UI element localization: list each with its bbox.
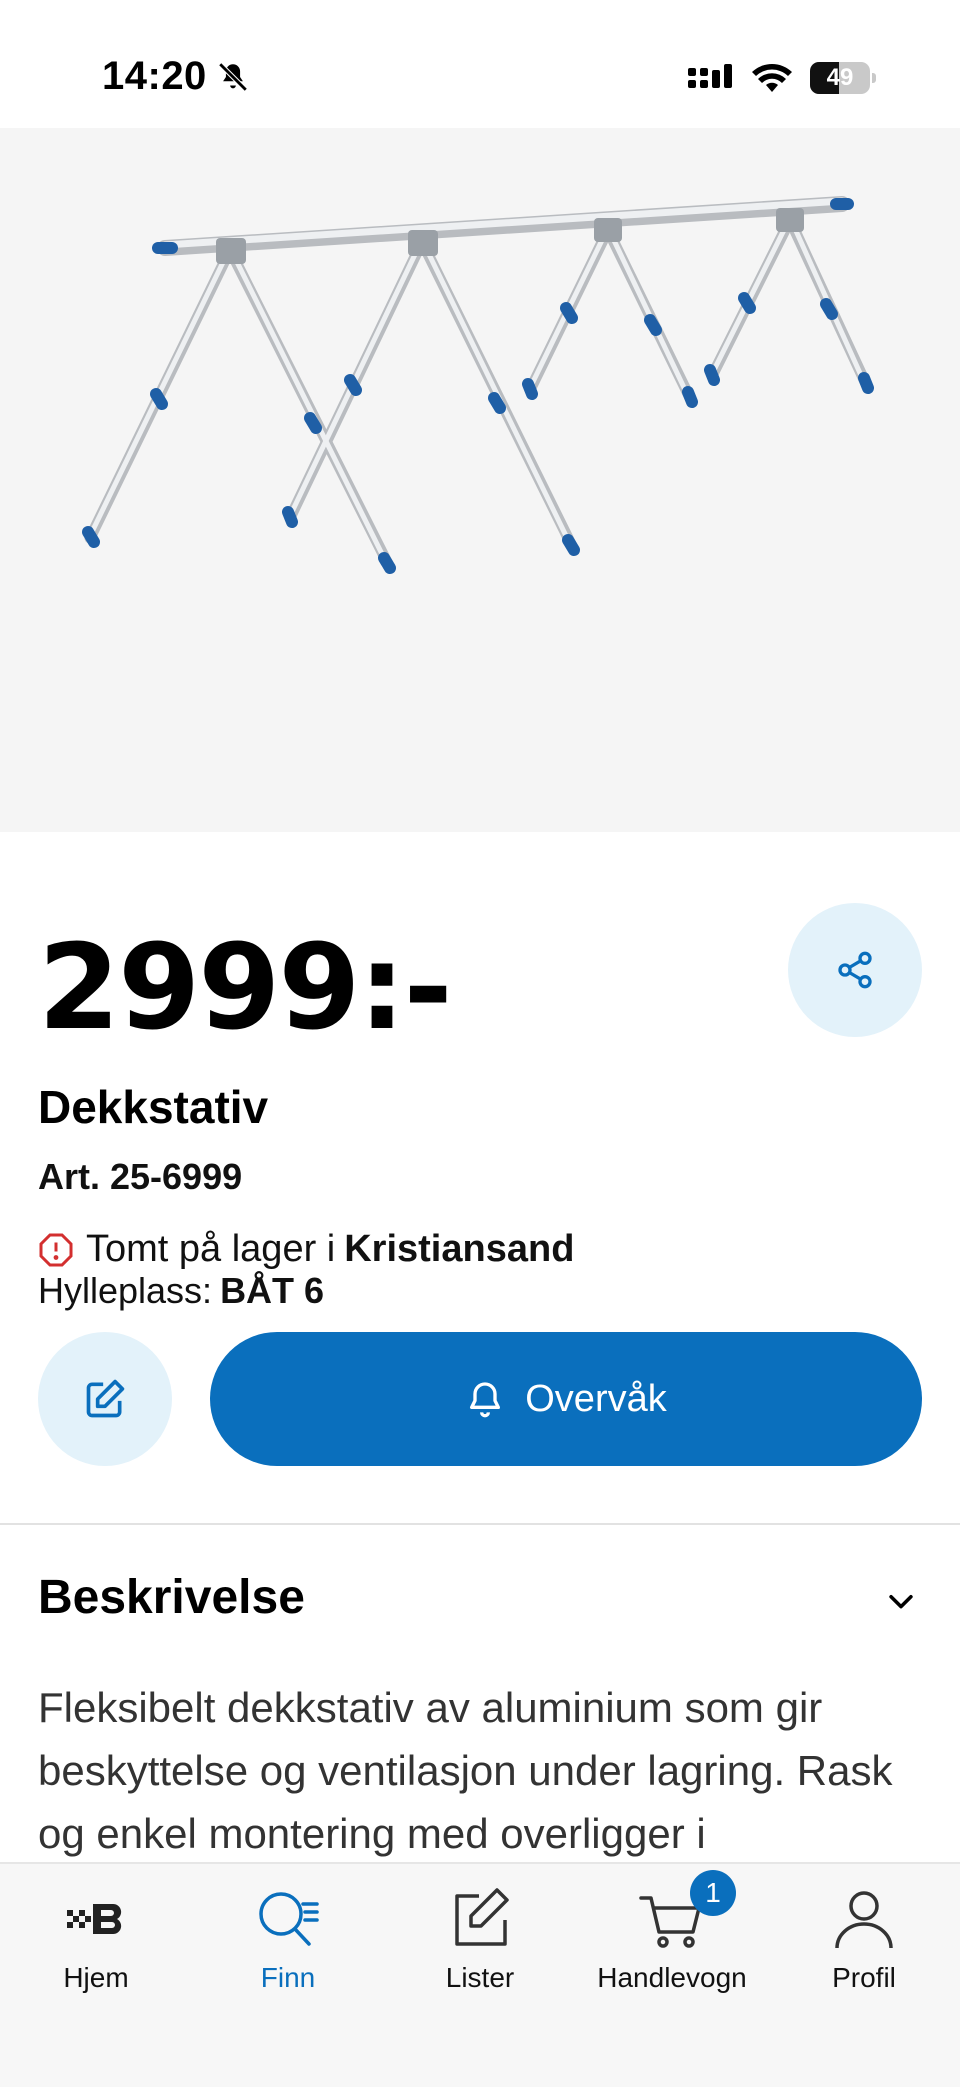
stock-status-text: Tomt på lager i <box>86 1228 336 1270</box>
biltema-logo-icon <box>67 1903 122 1935</box>
shelf-label: Hylleplass: <box>38 1270 213 1311</box>
nav-item-search[interactable]: Finn <box>192 1864 384 2014</box>
wifi-icon <box>752 64 792 92</box>
divider <box>0 1523 960 1525</box>
nav-label-lists: Lister <box>445 1962 515 1993</box>
battery-level: 49 <box>826 64 854 91</box>
nav-label-profile: Profil <box>832 1962 896 1993</box>
cellular-signal-icon <box>688 64 732 88</box>
article-number: Art. 25-6999 <box>38 1156 243 1197</box>
shelf-value: BÅT 6 <box>220 1270 325 1311</box>
nav-label-home: Hjem <box>63 1962 129 1993</box>
description-text: Fleksibelt dekkstativ av aluminium som g… <box>38 1684 893 1857</box>
edit-list-icon <box>455 1888 509 1946</box>
description-heading[interactable]: Beskrivelse <box>38 1570 305 1625</box>
user-icon <box>835 1891 893 1949</box>
bottom-nav: Hjem Finn Lister 1 Handlevogn Profil <box>0 1862 960 2087</box>
search-list-icon <box>259 1892 319 1946</box>
nav-label-cart: Handlevogn <box>597 1962 747 1993</box>
status-time: 14:20 <box>102 54 207 98</box>
product-price: 2999:- <box>38 918 453 1056</box>
product-title: Dekkstativ <box>38 1081 269 1133</box>
watch-button[interactable]: Overvåk <box>210 1332 922 1466</box>
stock-location: Kristiansand <box>344 1228 575 1270</box>
nav-item-profile[interactable]: Profil <box>768 1864 960 2014</box>
warning-icon <box>39 1233 73 1266</box>
chevron-down-icon[interactable] <box>884 1584 918 1618</box>
nav-item-lists[interactable]: Lister <box>384 1864 576 2014</box>
stock-status: Tomt på lager i Kristiansand <box>38 1228 574 1271</box>
nav-label-search: Finn <box>260 1962 316 1993</box>
shelf-location: Hylleplass: BÅT 6 <box>38 1270 324 1312</box>
battery-icon: 49 <box>810 62 876 94</box>
nav-item-home[interactable]: Hjem <box>0 1864 192 2014</box>
cart-badge: 1 <box>690 1870 736 1916</box>
watch-button-label: Overvåk <box>525 1377 667 1420</box>
bell-icon <box>470 1382 501 1418</box>
share-button[interactable] <box>788 903 922 1037</box>
bell-off-icon <box>218 62 248 92</box>
edit-icon <box>86 1379 125 1418</box>
tire-rack-illustration <box>82 196 874 574</box>
add-to-list-button[interactable] <box>38 1332 172 1466</box>
status-bar: 14:20 49 <box>0 0 960 128</box>
nav-item-cart[interactable]: 1 Handlevogn <box>576 1864 768 2014</box>
product-image[interactable] <box>0 128 960 832</box>
share-icon <box>838 951 872 989</box>
